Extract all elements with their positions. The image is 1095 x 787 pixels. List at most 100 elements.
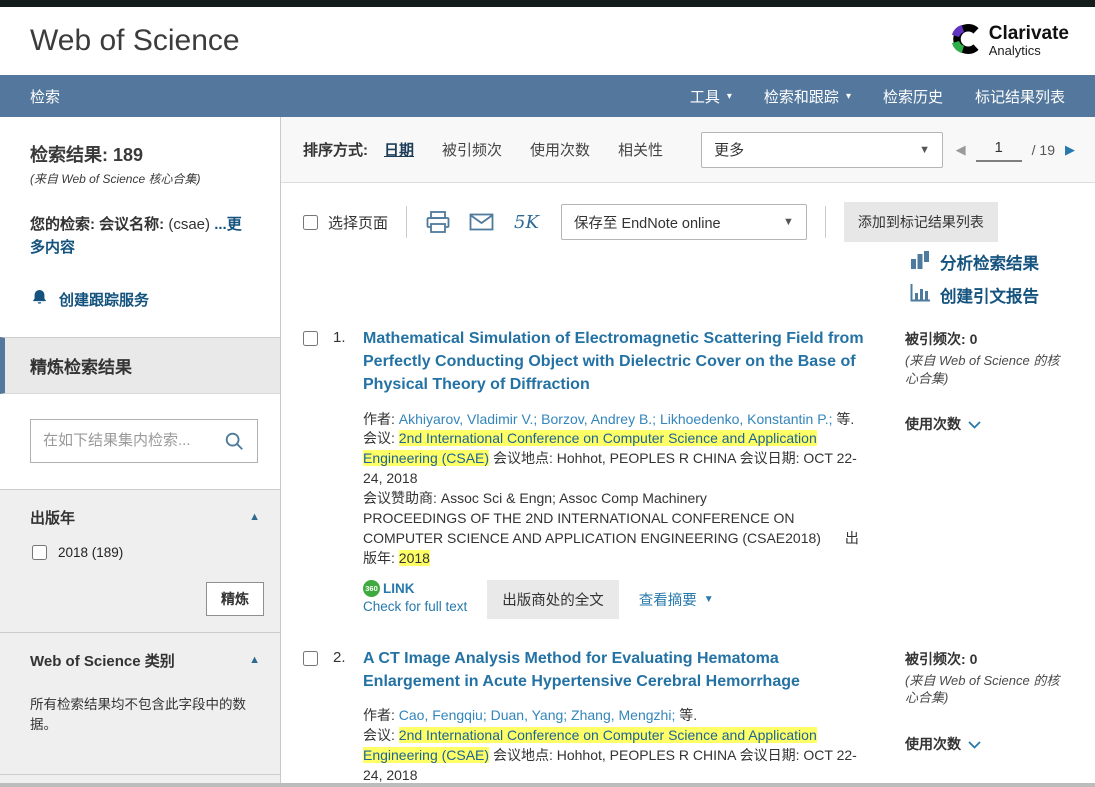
- results-count: 189: [113, 145, 143, 165]
- pub-year-2018-checkbox[interactable]: [32, 545, 47, 560]
- usage-count-toggle[interactable]: 使用次数: [905, 734, 1077, 754]
- search-icon[interactable]: [211, 430, 257, 452]
- sort-by-date[interactable]: 日期: [384, 139, 414, 160]
- collapse-icon[interactable]: ▲: [249, 511, 260, 523]
- etal-label: 等.: [679, 707, 697, 723]
- top-strip: [0, 0, 1095, 7]
- author-links[interactable]: Akhiyarov, Vladimir V.; Borzov, Andrey B…: [399, 411, 833, 427]
- refine-search-input[interactable]: [31, 432, 211, 449]
- sort-more-label: 更多: [714, 139, 744, 160]
- refine-button[interactable]: 精炼: [206, 582, 264, 616]
- sort-more-dropdown[interactable]: 更多 ▼: [701, 132, 943, 168]
- results-source: (来自 Web of Science 核心合集): [30, 170, 262, 187]
- nav-tools[interactable]: 工具 ▾: [690, 86, 732, 107]
- collapse-icon[interactable]: ▲: [249, 654, 260, 666]
- sort-by-relevance[interactable]: 相关性: [618, 139, 663, 160]
- nav-search[interactable]: 检索: [30, 86, 60, 107]
- divider: [406, 206, 407, 238]
- email-icon[interactable]: [469, 213, 494, 231]
- select-page[interactable]: 选择页面: [303, 212, 388, 233]
- filter-wos-category: Web of Science 类别 ▲ 所有检索结果均不包含此字段中的数据。: [0, 633, 280, 776]
- filter-doc-type: 文献类型 ▲ PROCEEDINGS PAPER (189): [0, 775, 280, 783]
- location-value: Hohhot, PEOPLES R CHINA: [557, 747, 736, 763]
- citation-report-link[interactable]: 创建引文报告: [910, 283, 1039, 307]
- refine-search: [0, 394, 280, 489]
- caret-down-icon: ▾: [846, 91, 851, 102]
- bell-icon: [30, 288, 49, 311]
- location-label: 会议地点:: [493, 450, 553, 466]
- content: 检索结果: 189 (来自 Web of Science 核心合集) 您的检索:…: [0, 117, 1095, 783]
- pubyear-value-highlighted: 2018: [399, 550, 430, 566]
- add-to-marked-list-button[interactable]: 添加到标记结果列表: [844, 202, 998, 242]
- brand-name: Clarivate: [989, 24, 1069, 44]
- refine-button-row: 精炼: [0, 576, 280, 633]
- export-5k-button[interactable]: 5K: [514, 212, 539, 233]
- times-cited-line: 被引频次: 0: [905, 329, 1077, 349]
- your-search-label: 您的检索:: [30, 216, 95, 233]
- result-checkbox[interactable]: [303, 651, 318, 666]
- select-page-label: 选择页面: [328, 212, 388, 233]
- page-number-input[interactable]: [976, 137, 1022, 162]
- pagination: ◀ / 19 ▶: [956, 137, 1075, 162]
- divider: [825, 206, 826, 238]
- fulltext-publisher-button[interactable]: 出版商处的全文: [487, 580, 619, 619]
- your-search-value: (csae): [168, 216, 210, 233]
- result-actions: 360 LINK Check for full text 出版商处的全文 查看摘…: [363, 580, 871, 619]
- sponsor-value: Assoc Sci & Engn; Assoc Comp Machinery: [441, 490, 707, 506]
- result-title-link[interactable]: A CT Image Analysis Method for Evaluatin…: [363, 647, 871, 693]
- conference-line: 会议: 2nd International Conference on Comp…: [363, 726, 871, 783]
- sort-label: 排序方式:: [303, 139, 368, 160]
- nav-history[interactable]: 检索历史: [883, 86, 943, 107]
- times-cited-line: 被引频次: 0: [905, 649, 1077, 669]
- analyze-chart-icon: [911, 251, 931, 274]
- nav-marked-list[interactable]: 标记结果列表: [975, 86, 1065, 107]
- usage-count-toggle[interactable]: 使用次数: [905, 414, 1077, 434]
- results-toolbar: 选择页面 5K 保存至 EndNote online ▼: [281, 183, 1095, 242]
- author-links[interactable]: Cao, Fengqiu; Duan, Yang; Zhang, Mengzhi…: [399, 707, 676, 723]
- print-icon[interactable]: [425, 210, 451, 234]
- sort-by-times-cited[interactable]: 被引频次: [442, 139, 502, 160]
- location-label: 会议地点:: [493, 747, 553, 763]
- result-citation-info: 被引频次: 0 (来自 Web of Science 的核心合集) 使用次数: [905, 647, 1077, 754]
- link-360[interactable]: 360 LINK Check for full text: [363, 580, 467, 614]
- save-to-endnote-dropdown[interactable]: 保存至 EndNote online ▼: [561, 204, 807, 240]
- check-full-text-link[interactable]: Check for full text: [363, 599, 467, 614]
- select-page-checkbox[interactable]: [303, 215, 318, 230]
- main-panel: 排序方式: 日期 被引频次 使用次数 相关性 更多 ▼ ◀ / 19 ▶ 选择页…: [281, 117, 1095, 783]
- refine-results-title: 精炼检索结果: [0, 337, 280, 394]
- horizontal-scrollbar[interactable]: [0, 783, 1095, 787]
- authors-label: 作者:: [363, 707, 395, 723]
- nav-search-alerts[interactable]: 检索和跟踪 ▾: [764, 86, 851, 107]
- analyze-links: 分析检索结果 创建引文报告: [281, 242, 1095, 307]
- chevron-down-icon: [968, 416, 981, 432]
- result-checkbox[interactable]: [303, 331, 318, 346]
- create-alert-link[interactable]: 创建跟踪服务: [30, 288, 262, 311]
- app-title: Web of Science: [30, 24, 240, 58]
- date-label: 会议日期:: [740, 450, 800, 466]
- save-to-endnote-label: 保存至 EndNote online: [574, 212, 721, 233]
- page-total: / 19: [1032, 142, 1055, 158]
- times-cited-count: 0: [970, 331, 978, 347]
- header: Web of Science Clarivate Analytics: [0, 7, 1095, 75]
- analyze-results-link[interactable]: 分析检索结果: [911, 250, 1039, 274]
- date-label: 会议日期:: [740, 747, 800, 763]
- etal-label: 等.: [836, 411, 854, 427]
- caret-down-icon: ▼: [919, 144, 930, 156]
- authors-line: 作者: Akhiyarov, Vladimir V.; Borzov, Andr…: [363, 410, 871, 430]
- nav-search-alerts-label: 检索和跟踪: [764, 86, 839, 107]
- sidebar-summary: 检索结果: 189 (来自 Web of Science 核心合集) 您的检索:…: [0, 117, 280, 337]
- conference-label: 会议:: [363, 430, 395, 446]
- results-list: 1. Mathematical Simulation of Electromag…: [281, 307, 1095, 783]
- nav-tools-label: 工具: [690, 86, 720, 107]
- result-title-link[interactable]: Mathematical Simulation of Electromagnet…: [363, 327, 871, 397]
- filter-pub-year-option[interactable]: 2018 (189): [32, 545, 260, 560]
- refine-search-box: [30, 419, 258, 463]
- caret-down-icon: ▼: [783, 216, 794, 228]
- view-abstract-link[interactable]: 查看摘要 ▼: [639, 580, 714, 610]
- next-page-icon[interactable]: ▶: [1065, 142, 1075, 158]
- sort-by-usage[interactable]: 使用次数: [530, 139, 590, 160]
- location-value: Hohhot, PEOPLES R CHINA: [557, 450, 736, 466]
- brand-subtitle: Analytics: [989, 44, 1069, 58]
- prev-page-icon[interactable]: ◀: [956, 142, 966, 158]
- authors-line: 作者: Cao, Fengqiu; Duan, Yang; Zhang, Men…: [363, 706, 871, 726]
